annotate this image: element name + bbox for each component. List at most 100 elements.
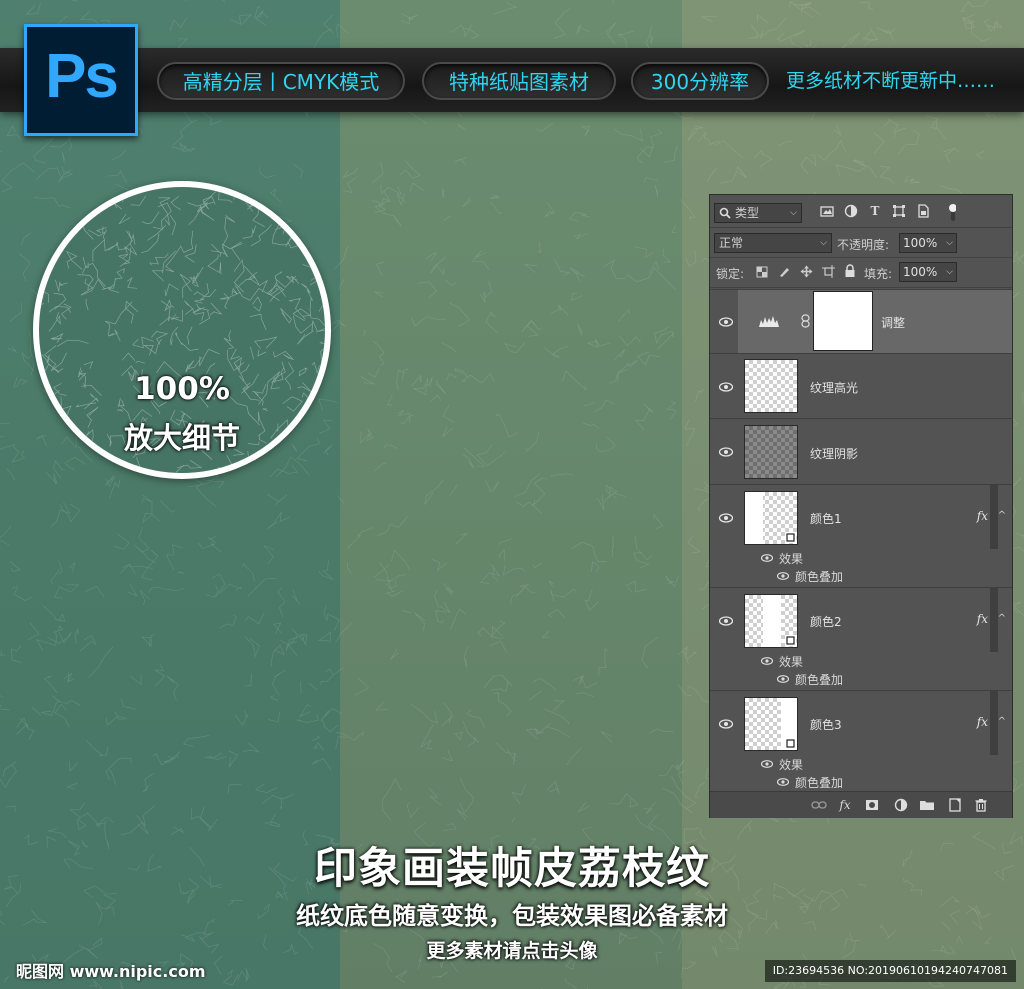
chevron-down-icon: ⌵ — [946, 267, 953, 277]
layers-panel: 类型 ⌵ T 正常 ⌵ 不透明度: 100% ⌵ 锁定: 填充: 100% ⌵ — [709, 194, 1013, 818]
more-updates-text: 更多纸材不断更新中…… — [786, 70, 996, 92]
lock-artboard-icon[interactable] — [822, 265, 835, 278]
layer-thumbnail[interactable] — [744, 425, 798, 479]
fill-input[interactable]: 100% ⌵ — [899, 262, 957, 282]
add-mask-icon[interactable] — [864, 797, 880, 813]
new-layer-icon[interactable] — [947, 797, 963, 813]
delete-layer-trash-icon[interactable] — [973, 797, 989, 813]
visibility-eye-icon[interactable] — [719, 616, 733, 626]
link-layers-icon[interactable] — [811, 797, 827, 813]
add-layer-style-fx-icon[interactable]: fx — [837, 797, 853, 813]
lock-image-pixels-icon[interactable] — [778, 265, 791, 278]
layer-name[interactable]: 颜色1 — [810, 510, 842, 527]
layer-name[interactable]: 颜色3 — [810, 716, 842, 733]
new-adjustment-layer-icon[interactable] — [893, 797, 909, 813]
visibility-eye-icon[interactable] — [761, 657, 773, 665]
smart-object-badge-icon — [785, 532, 796, 543]
site-watermark: 昵图网 www.nipic.com — [16, 962, 206, 981]
feature-pill-paper: 特种纸贴图素材 — [422, 62, 616, 100]
layer-row-adjustment[interactable]: 调整 — [710, 289, 1012, 354]
layer-effects-fx-icon[interactable]: fx — [977, 509, 988, 523]
levels-adjustment-icon — [759, 316, 779, 327]
visibility-eye-icon[interactable] — [777, 778, 789, 786]
chevron-up-icon[interactable]: ^ — [998, 716, 1006, 727]
chevron-down-icon: ⌵ — [946, 238, 953, 248]
filter-label: 类型 — [735, 206, 760, 220]
visibility-eye-icon[interactable] — [719, 317, 733, 327]
scrollbar[interactable] — [990, 691, 998, 755]
adjustment-mask-thumbnail[interactable] — [813, 291, 873, 351]
zoom-label: 放大细节 — [123, 421, 240, 455]
visibility-eye-icon[interactable] — [719, 447, 733, 457]
lock-all-icon[interactable] — [844, 264, 856, 278]
color-overlay-effect[interactable]: 颜色叠加 — [795, 671, 843, 688]
layer-row-color-2[interactable]: 颜色2 fx ^ 效果 颜色叠加 — [710, 587, 1012, 691]
layer-name[interactable]: 颜色2 — [810, 613, 842, 630]
lock-row: 锁定: 填充: 100% ⌵ — [710, 257, 1012, 288]
thumbnail-fill — [763, 595, 781, 647]
color-overlay-effect[interactable]: 颜色叠加 — [795, 568, 843, 585]
zoom-detail-circle: 100% 放大细节 — [33, 181, 331, 479]
search-icon — [719, 207, 731, 219]
lock-transparent-pixels-icon[interactable] — [756, 266, 768, 278]
visibility-eye-icon[interactable] — [719, 719, 733, 729]
feature-pill-resolution: 300分辨率 — [631, 62, 769, 100]
opacity-input[interactable]: 100% ⌵ — [899, 233, 957, 253]
blend-row: 正常 ⌵ 不透明度: 100% ⌵ — [710, 227, 1012, 258]
feature-pill-layers: 高精分层丨CMYK模式 — [157, 62, 405, 100]
effects-label: 效果 — [779, 552, 804, 566]
shape-filter-icon[interactable] — [892, 204, 906, 218]
layer-name[interactable]: 纹理高光 — [810, 379, 858, 396]
visibility-eye-icon[interactable] — [761, 760, 773, 768]
smart-object-filter-icon[interactable] — [916, 204, 930, 218]
visibility-eye-icon[interactable] — [719, 513, 733, 523]
filter-toggle-switch[interactable] — [948, 203, 956, 221]
visibility-eye-icon[interactable] — [777, 572, 789, 580]
layer-row-texture-highlight[interactable]: 纹理高光 — [710, 353, 1012, 419]
layer-row-color-1[interactable]: 颜色1 fx ^ 效果 颜色叠加 — [710, 484, 1012, 588]
fill-label: 填充: — [864, 267, 893, 281]
visibility-eye-icon[interactable] — [719, 382, 733, 392]
zoom-percent: 100% — [134, 371, 230, 407]
smart-object-badge-icon — [785, 635, 796, 646]
chevron-up-icon[interactable]: ^ — [998, 613, 1006, 624]
layer-name[interactable]: 调整 — [881, 314, 905, 331]
layer-thumbnail[interactable] — [744, 697, 798, 751]
layers-bottom-toolbar: fx — [710, 791, 1012, 818]
image-id-watermark: ID:23694536 NO:20190610194240747081 — [764, 960, 1016, 982]
blend-mode-select[interactable]: 正常 ⌵ — [714, 233, 832, 253]
visibility-eye-icon[interactable] — [777, 675, 789, 683]
type-filter-icon[interactable]: T — [868, 204, 882, 218]
thumbnail-fill — [745, 492, 763, 544]
layer-row-color-3[interactable]: 颜色3 fx ^ 效果 颜色叠加 — [710, 690, 1012, 792]
pixel-filter-icon[interactable] — [820, 204, 834, 218]
mask-link-icon[interactable] — [801, 314, 810, 328]
lock-position-icon[interactable] — [800, 265, 813, 278]
adjustment-filter-icon[interactable] — [844, 204, 858, 218]
sub-title: 纸纹底色随意变换，包装效果图必备素材 — [296, 902, 728, 930]
chevron-down-icon: ⌵ — [790, 208, 797, 218]
visibility-eye-icon[interactable] — [761, 554, 773, 562]
color-overlay-effect[interactable]: 颜色叠加 — [795, 774, 843, 791]
layer-thumbnail[interactable] — [744, 359, 798, 413]
layer-effects-fx-icon[interactable]: fx — [977, 612, 988, 626]
lock-label: 锁定: — [716, 267, 745, 281]
new-group-folder-icon[interactable] — [919, 797, 935, 813]
fill-value: 100% — [903, 265, 938, 279]
scrollbar[interactable] — [990, 485, 998, 549]
logo-text: Ps — [45, 42, 119, 111]
chevron-down-icon: ⌵ — [820, 238, 827, 248]
layer-name[interactable]: 纹理阴影 — [810, 445, 858, 462]
main-title: 印象画装帧皮荔枝纹 — [314, 844, 710, 894]
effects-label: 效果 — [779, 758, 804, 772]
opacity-label: 不透明度: — [837, 238, 890, 252]
scrollbar[interactable] — [990, 588, 998, 652]
layer-filter-select[interactable]: 类型 ⌵ — [714, 203, 802, 223]
layer-row-texture-shadow[interactable]: 纹理阴影 — [710, 418, 1012, 485]
filter-row: 类型 ⌵ T — [710, 195, 1012, 228]
photoshop-logo-icon: Ps — [24, 24, 138, 136]
layer-thumbnail[interactable] — [744, 491, 798, 545]
layer-effects-fx-icon[interactable]: fx — [977, 715, 988, 729]
layer-thumbnail[interactable] — [744, 594, 798, 648]
chevron-up-icon[interactable]: ^ — [998, 510, 1006, 521]
